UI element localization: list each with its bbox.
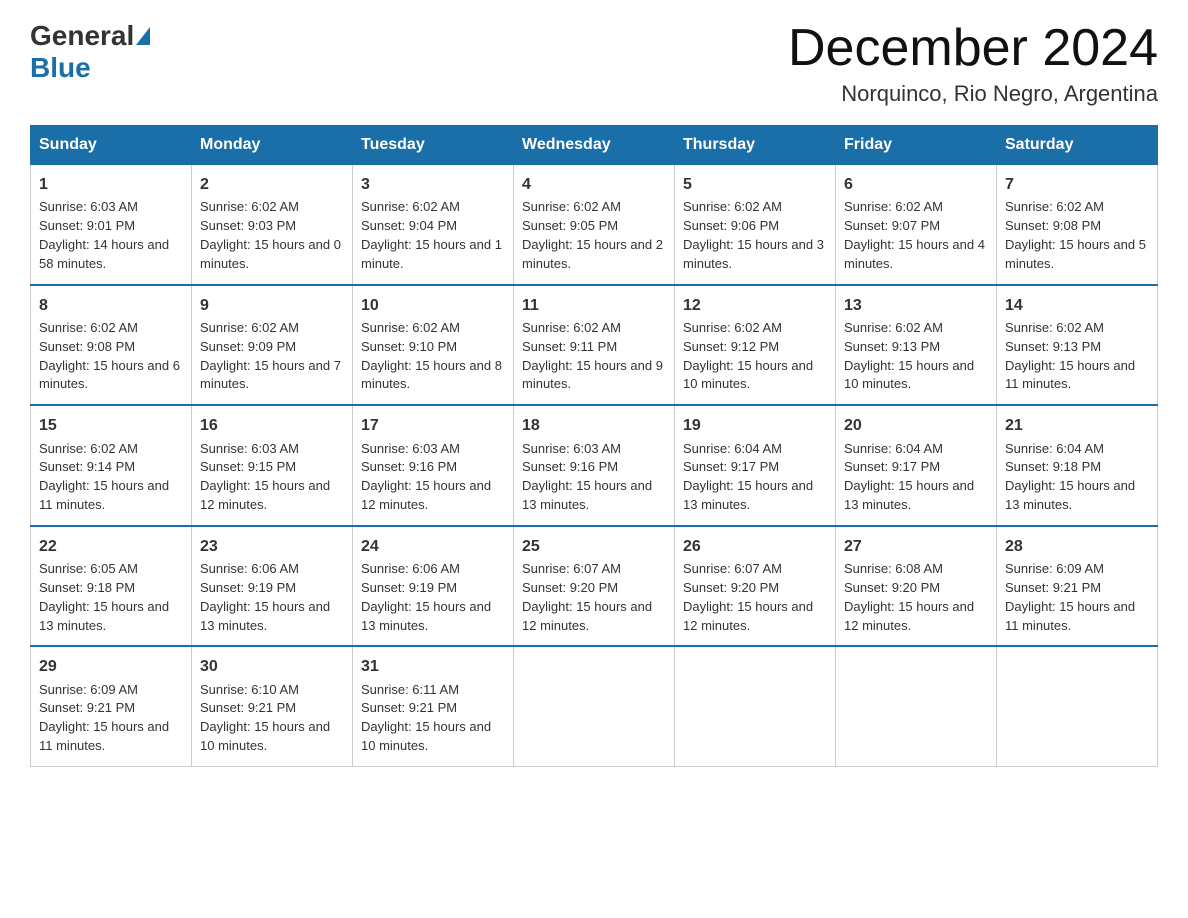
day-number: 10 — [361, 294, 505, 317]
calendar-header-row: SundayMondayTuesdayWednesdayThursdayFrid… — [31, 126, 1158, 165]
calendar-cell: 9Sunrise: 6:02 AMSunset: 9:09 PMDaylight… — [192, 285, 353, 406]
calendar-cell — [836, 646, 997, 766]
location-subtitle: Norquinco, Rio Negro, Argentina — [788, 81, 1158, 107]
day-number: 11 — [522, 294, 666, 317]
calendar-cell: 1Sunrise: 6:03 AMSunset: 9:01 PMDaylight… — [31, 165, 192, 285]
column-header-wednesday: Wednesday — [514, 126, 675, 165]
column-header-monday: Monday — [192, 126, 353, 165]
calendar-cell — [675, 646, 836, 766]
calendar-cell: 7Sunrise: 6:02 AMSunset: 9:08 PMDaylight… — [997, 165, 1158, 285]
day-number: 31 — [361, 655, 505, 678]
calendar-cell: 12Sunrise: 6:02 AMSunset: 9:12 PMDayligh… — [675, 285, 836, 406]
day-number: 4 — [522, 173, 666, 196]
day-number: 3 — [361, 173, 505, 196]
logo-triangle-icon — [136, 27, 150, 45]
calendar-cell — [997, 646, 1158, 766]
day-number: 17 — [361, 414, 505, 437]
day-number: 12 — [683, 294, 827, 317]
calendar-cell: 31Sunrise: 6:11 AMSunset: 9:21 PMDayligh… — [353, 646, 514, 766]
day-number: 24 — [361, 535, 505, 558]
title-block: December 2024 Norquinco, Rio Negro, Arge… — [788, 20, 1158, 107]
calendar-cell: 14Sunrise: 6:02 AMSunset: 9:13 PMDayligh… — [997, 285, 1158, 406]
day-number: 26 — [683, 535, 827, 558]
day-number: 23 — [200, 535, 344, 558]
day-number: 22 — [39, 535, 183, 558]
calendar-cell — [514, 646, 675, 766]
day-number: 29 — [39, 655, 183, 678]
calendar-cell: 19Sunrise: 6:04 AMSunset: 9:17 PMDayligh… — [675, 405, 836, 526]
day-number: 5 — [683, 173, 827, 196]
calendar-week-row: 8Sunrise: 6:02 AMSunset: 9:08 PMDaylight… — [31, 285, 1158, 406]
page-header: General Blue December 2024 Norquinco, Ri… — [30, 20, 1158, 107]
calendar-week-row: 22Sunrise: 6:05 AMSunset: 9:18 PMDayligh… — [31, 526, 1158, 647]
calendar-cell: 8Sunrise: 6:02 AMSunset: 9:08 PMDaylight… — [31, 285, 192, 406]
calendar-cell: 23Sunrise: 6:06 AMSunset: 9:19 PMDayligh… — [192, 526, 353, 647]
day-number: 28 — [1005, 535, 1149, 558]
day-number: 13 — [844, 294, 988, 317]
day-number: 14 — [1005, 294, 1149, 317]
column-header-sunday: Sunday — [31, 126, 192, 165]
day-number: 8 — [39, 294, 183, 317]
day-number: 7 — [1005, 173, 1149, 196]
calendar-cell: 2Sunrise: 6:02 AMSunset: 9:03 PMDaylight… — [192, 165, 353, 285]
calendar-cell: 3Sunrise: 6:02 AMSunset: 9:04 PMDaylight… — [353, 165, 514, 285]
column-header-friday: Friday — [836, 126, 997, 165]
calendar-cell: 10Sunrise: 6:02 AMSunset: 9:10 PMDayligh… — [353, 285, 514, 406]
calendar-week-row: 29Sunrise: 6:09 AMSunset: 9:21 PMDayligh… — [31, 646, 1158, 766]
day-number: 30 — [200, 655, 344, 678]
calendar-cell: 17Sunrise: 6:03 AMSunset: 9:16 PMDayligh… — [353, 405, 514, 526]
month-title: December 2024 — [788, 20, 1158, 77]
calendar-cell: 28Sunrise: 6:09 AMSunset: 9:21 PMDayligh… — [997, 526, 1158, 647]
calendar-cell: 11Sunrise: 6:02 AMSunset: 9:11 PMDayligh… — [514, 285, 675, 406]
calendar-week-row: 15Sunrise: 6:02 AMSunset: 9:14 PMDayligh… — [31, 405, 1158, 526]
calendar-cell: 13Sunrise: 6:02 AMSunset: 9:13 PMDayligh… — [836, 285, 997, 406]
day-number: 2 — [200, 173, 344, 196]
calendar-cell: 25Sunrise: 6:07 AMSunset: 9:20 PMDayligh… — [514, 526, 675, 647]
day-number: 15 — [39, 414, 183, 437]
day-number: 6 — [844, 173, 988, 196]
logo: General Blue — [30, 20, 152, 84]
day-number: 20 — [844, 414, 988, 437]
calendar-cell: 22Sunrise: 6:05 AMSunset: 9:18 PMDayligh… — [31, 526, 192, 647]
calendar-cell: 24Sunrise: 6:06 AMSunset: 9:19 PMDayligh… — [353, 526, 514, 647]
calendar-table: SundayMondayTuesdayWednesdayThursdayFrid… — [30, 125, 1158, 767]
day-number: 1 — [39, 173, 183, 196]
day-number: 18 — [522, 414, 666, 437]
day-number: 16 — [200, 414, 344, 437]
calendar-cell: 29Sunrise: 6:09 AMSunset: 9:21 PMDayligh… — [31, 646, 192, 766]
day-number: 25 — [522, 535, 666, 558]
calendar-cell: 16Sunrise: 6:03 AMSunset: 9:15 PMDayligh… — [192, 405, 353, 526]
calendar-cell: 5Sunrise: 6:02 AMSunset: 9:06 PMDaylight… — [675, 165, 836, 285]
logo-blue-text: Blue — [30, 52, 91, 83]
calendar-cell: 26Sunrise: 6:07 AMSunset: 9:20 PMDayligh… — [675, 526, 836, 647]
calendar-week-row: 1Sunrise: 6:03 AMSunset: 9:01 PMDaylight… — [31, 165, 1158, 285]
day-number: 27 — [844, 535, 988, 558]
calendar-cell: 15Sunrise: 6:02 AMSunset: 9:14 PMDayligh… — [31, 405, 192, 526]
calendar-cell: 4Sunrise: 6:02 AMSunset: 9:05 PMDaylight… — [514, 165, 675, 285]
calendar-cell: 21Sunrise: 6:04 AMSunset: 9:18 PMDayligh… — [997, 405, 1158, 526]
column-header-thursday: Thursday — [675, 126, 836, 165]
logo-general-text: General — [30, 20, 134, 52]
calendar-cell: 6Sunrise: 6:02 AMSunset: 9:07 PMDaylight… — [836, 165, 997, 285]
calendar-cell: 20Sunrise: 6:04 AMSunset: 9:17 PMDayligh… — [836, 405, 997, 526]
column-header-saturday: Saturday — [997, 126, 1158, 165]
calendar-cell: 30Sunrise: 6:10 AMSunset: 9:21 PMDayligh… — [192, 646, 353, 766]
calendar-cell: 18Sunrise: 6:03 AMSunset: 9:16 PMDayligh… — [514, 405, 675, 526]
column-header-tuesday: Tuesday — [353, 126, 514, 165]
day-number: 19 — [683, 414, 827, 437]
day-number: 21 — [1005, 414, 1149, 437]
calendar-cell: 27Sunrise: 6:08 AMSunset: 9:20 PMDayligh… — [836, 526, 997, 647]
day-number: 9 — [200, 294, 344, 317]
